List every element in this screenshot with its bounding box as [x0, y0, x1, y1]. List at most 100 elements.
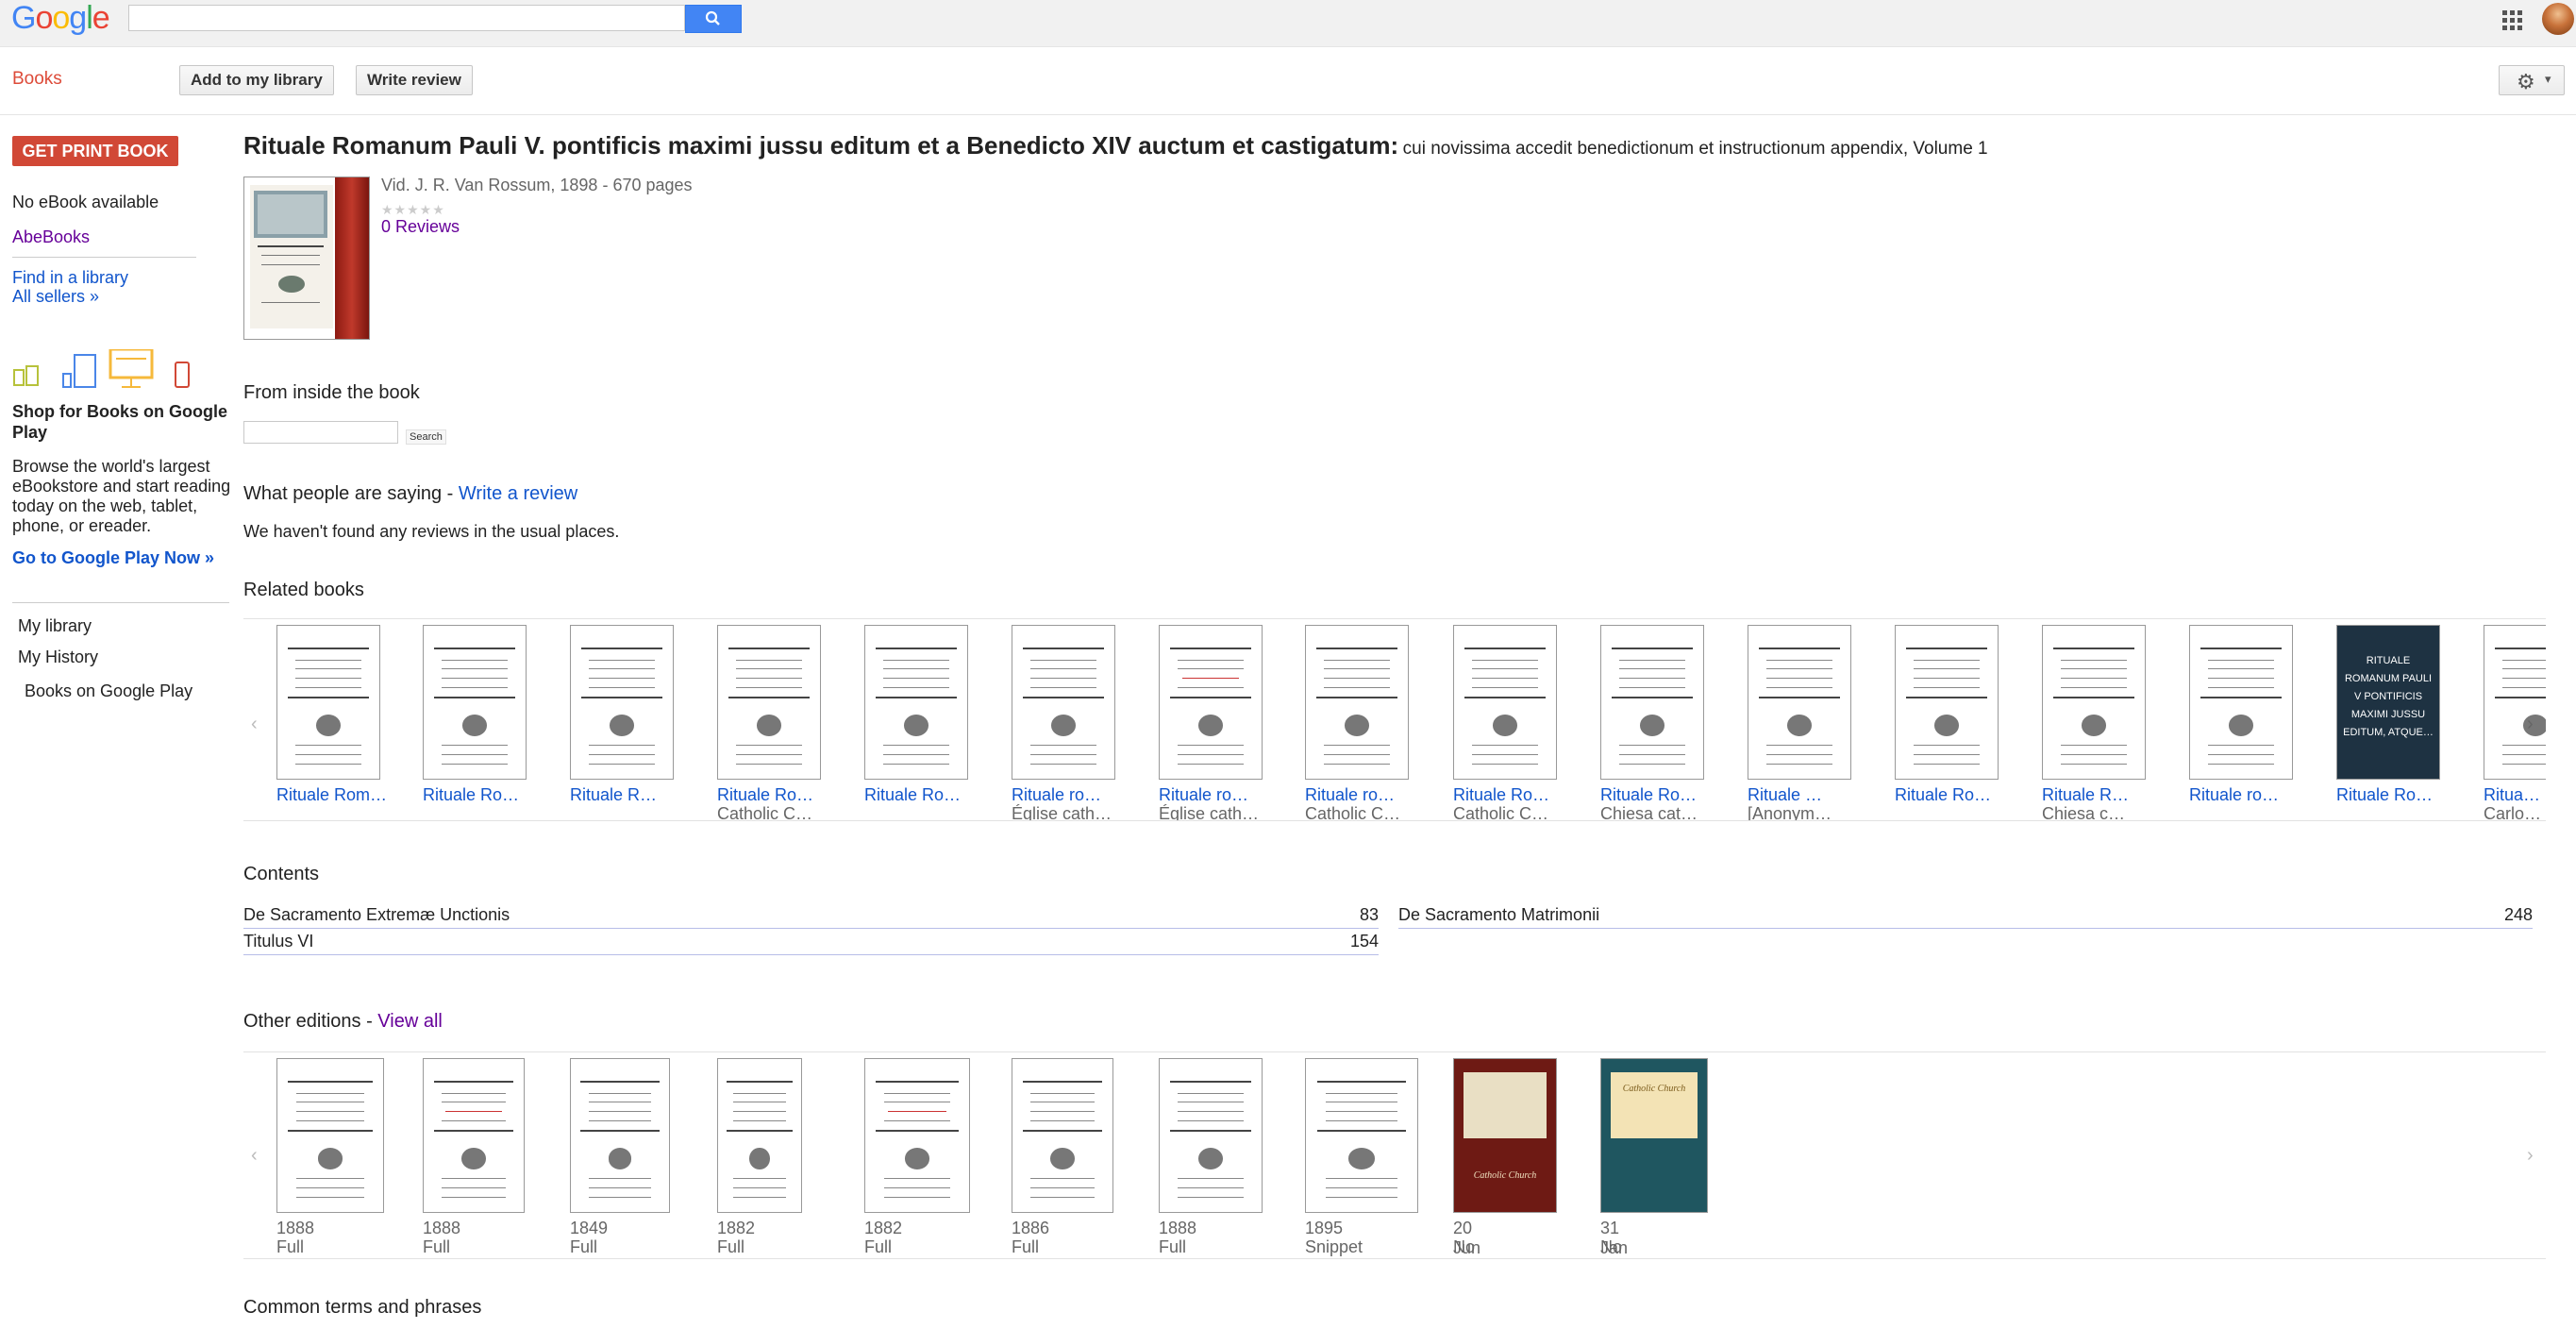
related-book-title[interactable]: Rituale ro… — [2189, 785, 2279, 805]
books-on-play-link[interactable]: Books on Google Play — [25, 681, 192, 701]
my-library-link[interactable]: My library — [18, 616, 92, 636]
inside-book-search-input[interactable] — [243, 421, 398, 444]
avatar[interactable] — [2542, 3, 2574, 35]
shop-play-heading: Shop for Books on Google Play — [12, 402, 227, 442]
toc-page: 83 — [1359, 905, 1379, 924]
search-icon — [705, 10, 720, 25]
google-logo[interactable]: Google — [11, 0, 110, 37]
book-cover-thumbnail[interactable] — [1748, 625, 1851, 780]
edition-view-type: Full view — [864, 1237, 898, 1258]
toc-row[interactable]: De Sacramento Extremæ Unctionis 83 — [243, 905, 1379, 929]
search-input[interactable] — [128, 5, 685, 31]
view-all-link[interactable]: View all — [377, 1011, 443, 1032]
reviews-link[interactable]: 0 Reviews — [381, 217, 460, 237]
related-books-carousel: Rituale Rom… Rituale Ro… Rituale R… Rituale… — [243, 618, 2546, 821]
book-cover-thumbnail[interactable] — [1895, 625, 1999, 780]
related-book-title[interactable]: Rituale … — [1748, 785, 1822, 805]
cover-text: RITUALE ROMANUM PAULI V PONTIFICIS MAXIM… — [2343, 655, 2434, 738]
related-book-title[interactable]: Rituale Ro… — [423, 785, 519, 805]
book-cover-thumbnail[interactable] — [276, 625, 380, 780]
related-book-author: Catholic C… — [1453, 804, 1549, 821]
book-cover-thumbnail[interactable]: RITUALE ROMANUM PAULI V PONTIFICIS MAXIM… — [2336, 625, 2440, 780]
edition-cover-thumbnail[interactable] — [276, 1058, 384, 1213]
toc-row[interactable]: De Sacramento Matrimonii 248 — [1398, 905, 2533, 929]
book-cover-thumbnail[interactable] — [1305, 625, 1409, 780]
write-review-button[interactable]: Write review — [356, 65, 473, 95]
divider — [12, 602, 229, 603]
related-book-title[interactable]: Ritua… — [2484, 785, 2540, 805]
book-cover-thumbnail[interactable] — [864, 625, 968, 780]
related-book-author: Catholic C… — [717, 804, 813, 821]
edition-cover-thumbnail[interactable]: Catholic Church — [1600, 1058, 1708, 1213]
shop-play-description: Browse the world's largest eBookstore an… — [12, 457, 231, 535]
book-cover-thumbnail[interactable] — [1012, 625, 1115, 780]
edition-cover-thumbnail[interactable] — [717, 1058, 802, 1213]
edition-view-type: No preview — [1600, 1237, 1659, 1258]
book-subtitle: cui novissima accedit benedictionum et i… — [1402, 139, 1988, 159]
edition-cover-thumbnail[interactable] — [1012, 1058, 1113, 1213]
write-a-review-link[interactable]: Write a review — [459, 483, 577, 504]
carousel-prev-icon[interactable]: ‹ — [251, 1145, 258, 1167]
reviews-heading-text: What people are saying - — [243, 483, 459, 504]
related-book-author: Chiesa c… — [2042, 804, 2126, 821]
contents-heading: Contents — [243, 864, 320, 884]
related-book-title[interactable]: Rituale Ro… — [1895, 785, 1991, 805]
related-book-title[interactable]: Rituale R… — [570, 785, 657, 805]
related-book-title[interactable]: Rituale ro… — [1012, 785, 1101, 805]
edition-cover-thumbnail[interactable]: Catholic Church — [1453, 1058, 1557, 1213]
edition-view-type: Snippet view — [1305, 1237, 1363, 1258]
related-book-title[interactable]: Rituale Rom… — [276, 785, 387, 805]
book-cover-thumbnail[interactable] — [423, 625, 527, 780]
related-book-title[interactable]: Rituale Ro… — [1600, 785, 1697, 805]
books-home-link[interactable]: Books — [12, 69, 62, 90]
search-button[interactable] — [685, 5, 742, 33]
google-play-now-link[interactable]: Go to Google Play Now » — [12, 548, 214, 568]
seller-link-abebooks[interactable]: AbeBooks — [12, 227, 90, 247]
edition-cover-thumbnail[interactable] — [570, 1058, 670, 1213]
book-cover-thumbnail[interactable] — [2042, 625, 2146, 780]
book-cover-thumbnail[interactable] — [570, 625, 674, 780]
carousel-prev-icon[interactable]: ‹ — [251, 714, 258, 735]
book-cover-thumbnail[interactable] — [1453, 625, 1557, 780]
edition-cover-thumbnail[interactable] — [864, 1058, 970, 1213]
get-print-book-button[interactable]: GET PRINT BOOK — [12, 136, 178, 166]
book-cover[interactable] — [243, 177, 370, 340]
related-book-title[interactable]: Rituale Ro… — [864, 785, 961, 805]
find-in-library-link[interactable]: Find in a library — [12, 268, 128, 288]
edition-cover-thumbnail[interactable] — [1159, 1058, 1263, 1213]
edition-cover-thumbnail[interactable] — [423, 1058, 525, 1213]
book-title: Rituale Romanum Pauli V. pontificis maxi… — [243, 131, 2546, 160]
edition-view-type: Full view — [423, 1237, 457, 1258]
related-book-title[interactable]: Rituale Ro… — [1453, 785, 1549, 805]
all-sellers-link[interactable]: All sellers » — [12, 287, 99, 307]
related-books-heading: Related books — [243, 580, 364, 600]
related-book-title[interactable]: Rituale Ro… — [717, 785, 813, 805]
toc-row[interactable]: Titulus VI 154 — [243, 932, 1379, 955]
related-book-title[interactable]: Rituale Ro… — [2336, 785, 2433, 805]
book-cover-thumbnail[interactable] — [1600, 625, 1704, 780]
carousel-next-icon[interactable]: › — [2527, 714, 2534, 735]
edition-year: 1882 — [864, 1219, 903, 1237]
my-history-link[interactable]: My History — [18, 648, 98, 667]
related-book-author: Chiesa cat… — [1600, 804, 1698, 821]
related-book-author: Catholic C… — [1305, 804, 1401, 821]
carousel-next-icon[interactable]: › — [2527, 1145, 2534, 1167]
add-to-library-button[interactable]: Add to my library — [179, 65, 334, 95]
related-book-title[interactable]: Rituale R… — [2042, 785, 2129, 805]
book-cover-thumbnail[interactable] — [2484, 625, 2546, 780]
book-cover-thumbnail[interactable] — [2189, 625, 2293, 780]
common-terms-heading: Common terms and phrases — [243, 1297, 482, 1318]
publisher-info: Vid. J. R. Van Rossum, 1898 - 670 pages — [381, 176, 693, 194]
settings-button[interactable]: ⚙ ▾ — [2499, 65, 2565, 95]
book-cover-thumbnail[interactable] — [717, 625, 821, 780]
related-book-title[interactable]: Rituale ro… — [1305, 785, 1395, 805]
edition-cover-thumbnail[interactable] — [1305, 1058, 1418, 1213]
book-cover-thumbnail[interactable] — [1159, 625, 1263, 780]
apps-grid-icon[interactable] — [2502, 10, 2523, 31]
inside-book-search-button[interactable]: Search — [406, 429, 446, 445]
related-book-title[interactable]: Rituale ro… — [1159, 785, 1248, 805]
gear-icon: ⚙ — [2517, 70, 2535, 93]
edition-view-type: Full view — [1012, 1237, 1045, 1258]
edition-year: 1886 — [1012, 1219, 1050, 1237]
related-book-author: [Anonym… — [1748, 804, 1832, 821]
